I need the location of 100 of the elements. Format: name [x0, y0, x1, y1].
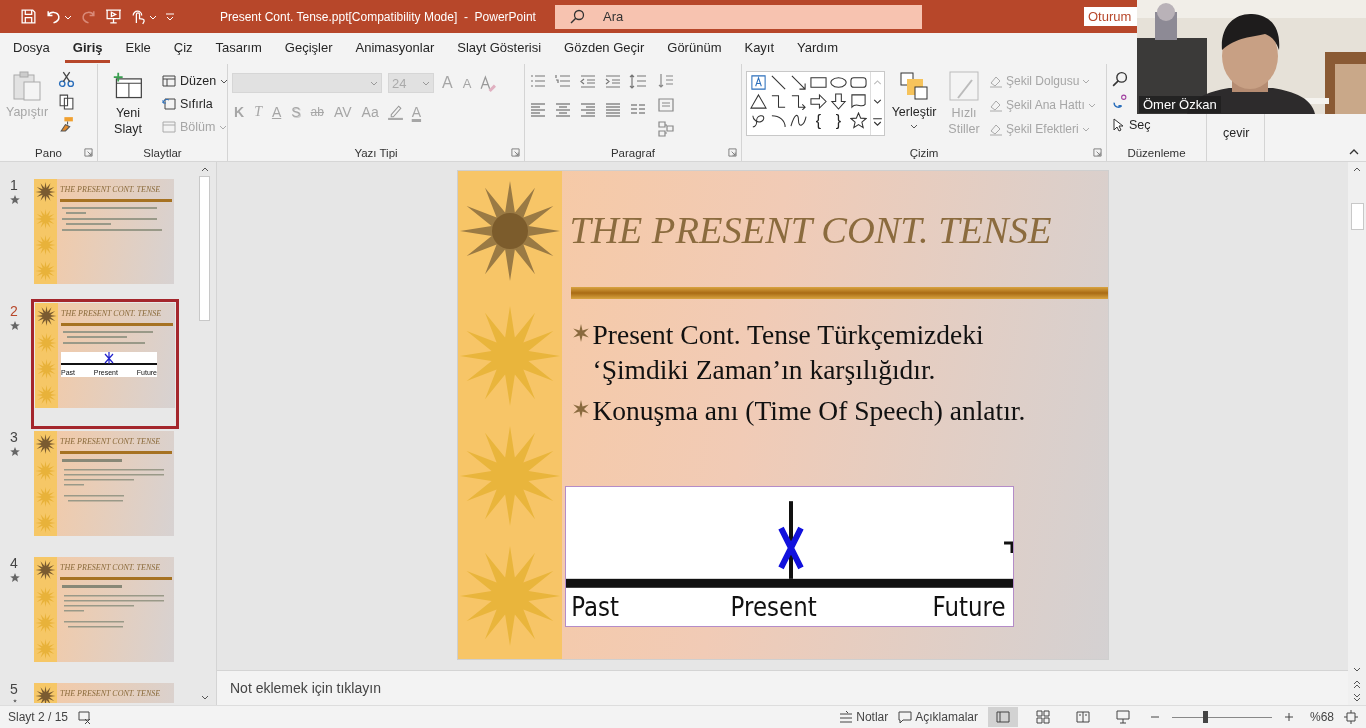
scroll-thumb[interactable] — [1350, 203, 1364, 230]
clipboard-icon — [11, 70, 44, 102]
ribbon-tab[interactable]: Giriş — [64, 34, 111, 63]
dictate-label[interactable]: çevir — [1223, 126, 1250, 161]
ribbon-tab[interactable]: Çiz — [165, 34, 201, 63]
flowchart-shape-icon[interactable] — [850, 93, 867, 110]
scroll-thumb[interactable] — [199, 176, 210, 321]
undo-icon[interactable] — [45, 8, 62, 25]
layout-icon — [162, 73, 176, 88]
participant-name: Ömer Özkan — [1139, 96, 1221, 113]
dialog-launcher-icon[interactable] — [511, 148, 520, 157]
timeline-label: Present — [731, 590, 818, 624]
star-icon — [10, 321, 20, 331]
dialog-launcher-icon[interactable] — [728, 148, 737, 157]
comment-icon — [898, 710, 913, 724]
slide-title: THE PRESENT CONT. TENSE — [61, 309, 162, 318]
bullet-text: Present Cont. Tense Türkçemizdeki ‘Şimdiki Zaman’ın karşılığıdır. — [592, 318, 985, 387]
notes-field[interactable]: Not eklemek için tıklayın — [230, 680, 381, 696]
line-spacing-icon[interactable] — [629, 73, 647, 91]
dialog-launcher-icon[interactable] — [1093, 148, 1102, 157]
accessibility-icon[interactable] — [78, 710, 93, 724]
copy-icon[interactable] — [58, 93, 76, 110]
slide-number: 2 — [10, 303, 18, 319]
group-label: Paragraf — [610, 146, 656, 159]
ribbon-tab[interactable]: Animasyonlar — [347, 34, 443, 63]
arrow-line-icon[interactable] — [790, 74, 807, 91]
zoom-level[interactable]: %68 — [1309, 710, 1334, 724]
freeform-icon[interactable] — [750, 112, 767, 129]
scissors-icon[interactable] — [58, 71, 76, 88]
layout-button[interactable]: Düzen — [162, 71, 229, 90]
ribbon-tab[interactable]: Geçişler — [276, 34, 341, 63]
ribbon-tab[interactable]: Kayıt — [736, 34, 783, 63]
timeline-label: Future — [931, 590, 1006, 624]
slide-number: 1 — [10, 177, 18, 193]
touch-icon[interactable] — [130, 8, 147, 25]
ribbon-tab[interactable]: Tasarım — [207, 34, 270, 63]
group-label: Çizim — [909, 146, 939, 159]
star-icon[interactable] — [850, 112, 867, 129]
view-icon — [1115, 710, 1130, 724]
search-field[interactable]: Ara — [555, 4, 922, 29]
elbow-connector-icon[interactable] — [770, 93, 787, 110]
group-label: Yazı Tipi — [354, 146, 398, 159]
dialog-launcher-icon[interactable] — [84, 148, 93, 157]
replace-icon[interactable] — [1111, 93, 1128, 110]
notes-icon — [839, 710, 854, 724]
curve-icon[interactable] — [790, 112, 807, 129]
shape-gallery[interactable]: { } — [746, 71, 885, 136]
format-painter-icon[interactable] — [58, 115, 76, 132]
star-icon — [10, 699, 20, 703]
window-title: Present Cont. Tense.ppt[Compatibility Mode] - PowerPoint — [220, 9, 537, 24]
caret-icon — [422, 79, 430, 87]
slide-thumbnail[interactable]: THE PRESENT CONT. TENSE — [31, 681, 177, 703]
section-icon — [162, 119, 176, 134]
zoom-slider[interactable] — [1171, 710, 1272, 724]
slide-title: THE PRESENT CONT. TENSE — [60, 185, 161, 194]
cursor-icon — [1111, 117, 1125, 132]
line-icon[interactable] — [770, 74, 787, 91]
sign-in-button[interactable]: Oturum — [1084, 7, 1137, 26]
text-box-icon[interactable] — [750, 74, 767, 91]
star-icon — [10, 195, 20, 205]
slide-title: THE PRESENT CONT. TENSE — [60, 563, 161, 572]
arrange-button[interactable]: Yerleştir — [889, 68, 939, 144]
ribbon-tab[interactable]: Yardım — [789, 34, 847, 63]
presentation-icon[interactable] — [105, 8, 122, 25]
search-icon[interactable] — [1111, 71, 1128, 88]
bullet-text: Konuşma anı (Time Of Speech) anlatır. — [592, 394, 1027, 428]
notes-button[interactable]: Notlar — [839, 710, 889, 724]
rectangle-icon[interactable] — [810, 74, 827, 91]
view-icon — [1035, 710, 1050, 724]
view-button[interactable] — [987, 707, 1018, 727]
arc-icon[interactable] — [770, 112, 787, 129]
clear-formatting-icon[interactable] — [479, 74, 497, 92]
ribbon-tab[interactable]: Ekle — [117, 34, 159, 63]
down-arrow-icon[interactable] — [830, 93, 847, 110]
save-icon[interactable] — [20, 8, 37, 25]
select-button[interactable]: Seç — [1111, 115, 1151, 134]
quick-styles-icon — [948, 70, 980, 102]
arrange-icon — [898, 70, 930, 102]
elbow-arrow-icon[interactable] — [790, 93, 807, 110]
customize-icon[interactable] — [165, 11, 175, 22]
triangle-icon[interactable] — [750, 93, 767, 110]
fit-to-window-icon[interactable] — [1344, 710, 1358, 724]
ribbon-tab[interactable]: Slayt Gösterisi — [449, 34, 550, 63]
view-icon — [995, 710, 1010, 724]
brace-shape[interactable]: { — [810, 112, 827, 129]
group-label: Slaytlar — [143, 146, 182, 159]
brace-shape[interactable]: } — [830, 112, 847, 129]
ribbon-tab[interactable]: Görünüm — [659, 34, 730, 63]
star-icon — [10, 447, 20, 457]
slide-title: THE PRESENT CONT. TENSE — [60, 689, 161, 698]
group-label: Düzenleme — [1127, 146, 1186, 159]
comments-button[interactable]: Açıklamalar — [898, 710, 978, 724]
new-slide-button[interactable]: Yeni Slayt — [102, 68, 154, 144]
view-icon — [1075, 710, 1090, 724]
ribbon-tab[interactable]: Dosya — [5, 34, 58, 63]
slide-title: THE PRESENT CONT. TENSE — [60, 437, 161, 446]
group-label: Pano — [35, 146, 62, 159]
ribbon-tab[interactable]: Gözden Geçir — [556, 34, 653, 63]
reset-button[interactable]: Sıfırla — [162, 94, 229, 113]
right-arrow-icon[interactable] — [810, 93, 827, 110]
